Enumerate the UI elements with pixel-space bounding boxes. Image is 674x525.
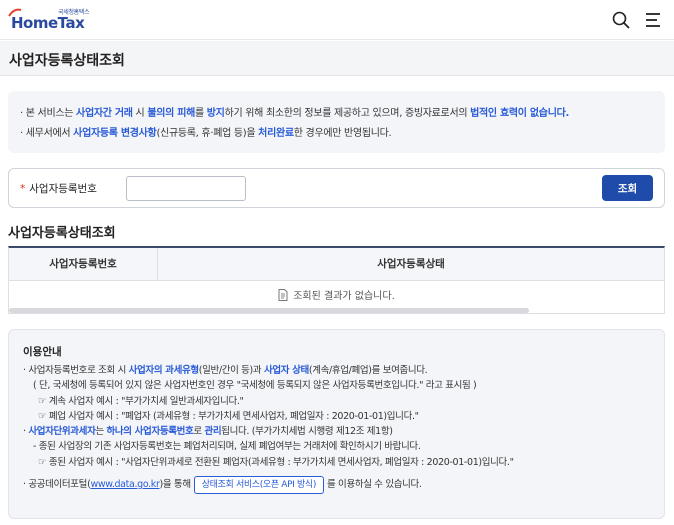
guide-text: 로 — [193, 426, 205, 438]
column-header-reg-number: 사업자등록번호 — [9, 248, 158, 281]
logo-text: HomeTax — [11, 14, 85, 32]
notice-highlight: 법적인 효력이 없습니다. — [470, 108, 569, 119]
table-header-row: 사업자등록번호 사업자등록상태 — [9, 248, 664, 281]
notice-line-1: · 본 서비스는 사업자간 거래 시 불의의 피해를 방지하기 위해 최소한의 … — [20, 104, 653, 124]
reg-number-label: * 사업자등록번호 — [20, 181, 97, 196]
guide-line: · 사업자단위과세자는 하나의 사업자등록번호로 관리됩니다. (부가가치세법 … — [23, 424, 650, 439]
guide-text: 됩니다. (부가가치세법 시행령 제12조 제1항) — [221, 426, 393, 438]
empty-result-message: 조회된 결과가 없습니다. — [293, 291, 395, 302]
hometax-logo[interactable]: 국세청홈택스 HomeTax — [8, 6, 90, 34]
page-title-bar: 사업자등록상태조회 — [0, 41, 674, 76]
notice-highlight: 방지 — [206, 108, 225, 119]
guide-example-line: ☞ 종된 사업자 예시 : "사업자단위과세로 전환된 폐업자(과세유형 : 부… — [38, 456, 514, 468]
guide-highlight: 하나의 사업자등록번호 — [106, 426, 194, 438]
document-icon — [278, 289, 288, 301]
page-title: 사업자등록상태조회 — [9, 53, 125, 69]
hamburger-menu-icon[interactable] — [643, 10, 663, 30]
guide-example-line: ☞ 계속 사업자 예시 : "부가가치세 일반과세자입니다." — [38, 395, 244, 407]
result-table: 사업자등록번호 사업자등록상태 조회된 결과가 없습니다. — [8, 246, 665, 314]
guide-example-line: ☞ 폐업 사업자 예시 : "폐업자 (과세유형 : 부가가치세 면세사업자, … — [38, 410, 419, 422]
guide-text: (계속/휴업/폐업)를 보여줍니다. — [308, 365, 428, 376]
service-notice: · 본 서비스는 사업자간 거래 시 불의의 피해를 방지하기 위해 최소한의 … — [8, 91, 665, 153]
notice-highlight: 사업자간 거래 — [76, 108, 133, 119]
notice-text: 시 — [132, 108, 148, 119]
notice-line-2: · 세무서에서 사업자등록 변경사항(신규등록, 휴·폐업 등)을 처리완료한 … — [20, 124, 653, 144]
guide-highlight: 사업자의 과세유형 — [128, 365, 199, 376]
result-section-title: 사업자등록상태조회 — [8, 226, 116, 241]
notice-highlight: 사업자등록 변경사항 — [73, 128, 157, 139]
guide-text: 는 — [95, 426, 107, 438]
notice-text: (신규등록, 휴·폐업 등)을 — [156, 128, 259, 139]
guide-title: 이용안내 — [23, 346, 62, 358]
reg-number-label-text: 사업자등록번호 — [29, 183, 97, 195]
guide-text: (일반/간이 등)과 — [198, 365, 264, 376]
guide-text: )을 통해 — [159, 479, 192, 491]
guide-line: ( 단, 국세청에 등록되어 있지 않은 사업자번호인 경우 "국세청에 등록되… — [33, 380, 477, 392]
guide-highlight: 관리 — [204, 426, 222, 438]
column-header-reg-status: 사업자등록상태 — [377, 258, 445, 270]
guide-line: · 사업자등록번호로 조회 시 사업자의 과세유형(일반/간이 등)과 사업자 … — [23, 363, 650, 378]
bullet: · — [20, 108, 23, 119]
open-api-service-button[interactable]: 상태조회 서비스(오픈 API 방식) — [193, 476, 324, 495]
guide-text: 사업자등록번호로 조회 시 — [28, 365, 129, 376]
top-header: 국세청홈택스 HomeTax — [0, 0, 674, 40]
notice-highlight: 불의의 피해 — [147, 108, 195, 119]
notice-highlight: 처리완료 — [258, 128, 294, 139]
search-icon[interactable] — [610, 9, 632, 31]
bullet: · — [23, 479, 26, 491]
notice-text: 세무서에서 — [25, 128, 74, 139]
required-mark: * — [20, 183, 26, 195]
reg-number-input[interactable] — [126, 176, 246, 201]
guide-line: - 종된 사업장의 기존 사업자등록번호는 폐업처리되며, 실제 폐업여부는 거… — [33, 441, 421, 453]
notice-text: 하기 위해 최소한의 정보를 제공하고 있으며, 증빙자료로서의 — [224, 108, 471, 119]
guide-highlight: 사업자 상태 — [263, 365, 309, 376]
guide-highlight: 사업자단위과세자 — [28, 426, 96, 438]
bullet: · — [20, 128, 23, 139]
guide-line: · 공공데이터포털(www.data.go.kr)을 통해 상태조회 서비스(오픈… — [23, 476, 650, 495]
horizontal-scrollbar[interactable] — [9, 308, 529, 313]
usage-guide: 이용안내 · 사업자등록번호로 조회 시 사업자의 과세유형(일반/간이 등)과… — [8, 329, 665, 519]
notice-text: 한 경우에만 반영됩니다. — [293, 128, 392, 139]
guide-text: 공공데이터포털( — [28, 479, 91, 491]
guide-text: 를 이용하실 수 있습니다. — [327, 479, 422, 491]
search-button[interactable]: 조회 — [602, 175, 653, 201]
bullet: · — [23, 365, 26, 376]
notice-text: 를 — [195, 108, 207, 119]
notice-text: 본 서비스는 — [25, 108, 77, 119]
data-portal-link[interactable]: www.data.go.kr — [90, 479, 159, 490]
bullet: · — [23, 426, 26, 438]
search-form: * 사업자등록번호 조회 — [8, 168, 665, 208]
